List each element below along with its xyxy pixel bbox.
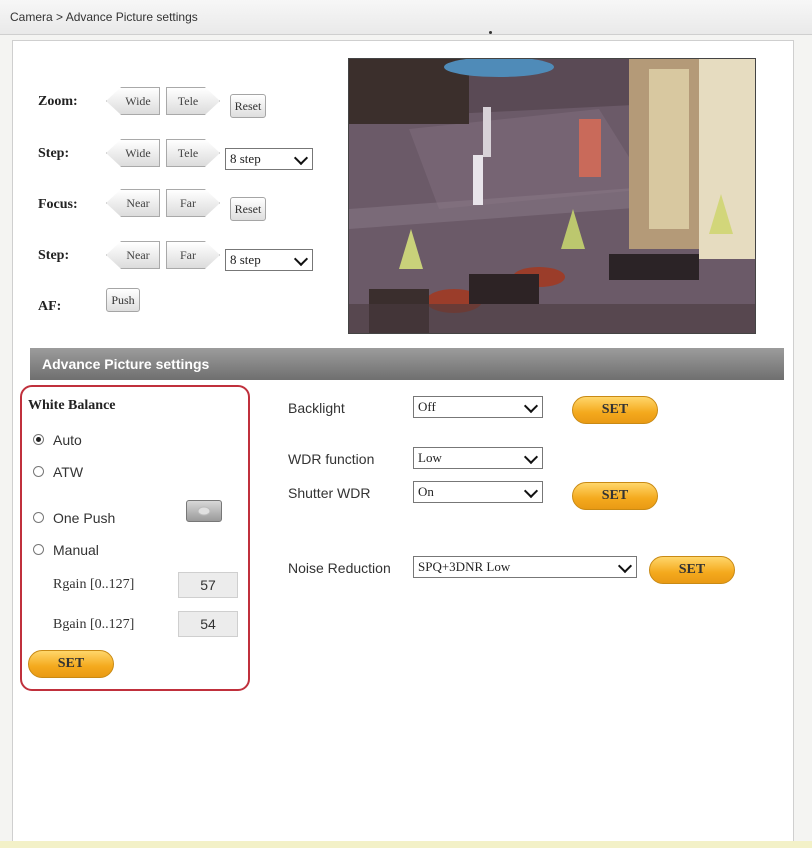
chevron-down-icon — [617, 558, 633, 574]
focus-reset-button[interactable]: Reset — [230, 197, 266, 221]
camera-live-view — [348, 58, 756, 334]
wdr-function-label: WDR function — [288, 451, 375, 467]
backlight-set-button[interactable]: SET — [572, 396, 658, 424]
shutter-wdr-select[interactable]: On — [413, 481, 543, 503]
zoom-label: Zoom: — [38, 94, 78, 109]
backlight-value: Off — [418, 399, 436, 414]
toolbar-dot — [489, 31, 492, 34]
zoom-step-select[interactable]: 8 step — [225, 148, 313, 170]
wb-auto-label: Auto — [53, 432, 82, 448]
noise-reduction-select[interactable]: SPQ+3DNR Low — [413, 556, 637, 578]
shutter-wdr-label: Shutter WDR — [288, 485, 371, 501]
wdr-function-select[interactable]: Low — [413, 447, 543, 469]
noise-reduction-label: Noise Reduction — [288, 560, 391, 576]
camera-icon — [197, 506, 211, 516]
one-push-trigger-button[interactable] — [186, 500, 222, 522]
wdr-function-value: Low — [418, 450, 442, 465]
af-label: AF: — [38, 299, 62, 314]
chevron-down-icon — [523, 449, 539, 465]
wb-onepush-label: One Push — [53, 510, 116, 526]
chevron-down-icon — [293, 251, 309, 267]
white-balance-group — [20, 385, 250, 691]
wb-auto-radio[interactable] — [33, 434, 44, 445]
wb-atw-radio[interactable] — [33, 466, 44, 477]
zoom-reset-button[interactable]: Reset — [230, 94, 266, 118]
shutter-wdr-value: On — [418, 484, 434, 499]
bgain-input[interactable]: 54 — [178, 611, 238, 637]
af-push-button[interactable]: Push — [106, 288, 140, 312]
breadcrumb: Camera > Advance Picture settings — [10, 10, 198, 24]
top-bar: Camera > Advance Picture settings — [0, 0, 812, 35]
rgain-input[interactable]: 57 — [178, 572, 238, 598]
focus-label: Focus: — [38, 197, 78, 212]
bgain-label: Bgain [0..127] — [53, 617, 135, 632]
backlight-select[interactable]: Off — [413, 396, 543, 418]
chevron-down-icon — [523, 483, 539, 499]
zoom-step-label: Step: — [38, 146, 70, 161]
wb-onepush-radio[interactable] — [33, 512, 44, 523]
focus-step-select[interactable]: 8 step — [225, 249, 313, 271]
section-header: Advance Picture settings — [30, 348, 784, 380]
camera-scene-image — [349, 59, 755, 333]
rgain-label: Rgain [0..127] — [53, 577, 135, 592]
white-balance-set-button[interactable]: SET — [28, 650, 114, 678]
white-balance-title: White Balance — [28, 398, 116, 413]
shutter-wdr-set-button[interactable]: SET — [572, 482, 658, 510]
noise-reduction-value: SPQ+3DNR Low — [418, 559, 511, 574]
chevron-down-icon — [523, 398, 539, 414]
bottom-strip — [0, 841, 812, 848]
wb-manual-radio[interactable] — [33, 544, 44, 555]
chevron-down-icon — [293, 150, 309, 166]
zoom-step-value: 8 step — [230, 151, 261, 166]
wb-manual-label: Manual — [53, 542, 99, 558]
focus-step-value: 8 step — [230, 252, 261, 267]
wb-atw-label: ATW — [53, 464, 84, 480]
focus-step-label: Step: — [38, 248, 70, 263]
backlight-label: Backlight — [288, 400, 345, 416]
noise-reduction-set-button[interactable]: SET — [649, 556, 735, 584]
